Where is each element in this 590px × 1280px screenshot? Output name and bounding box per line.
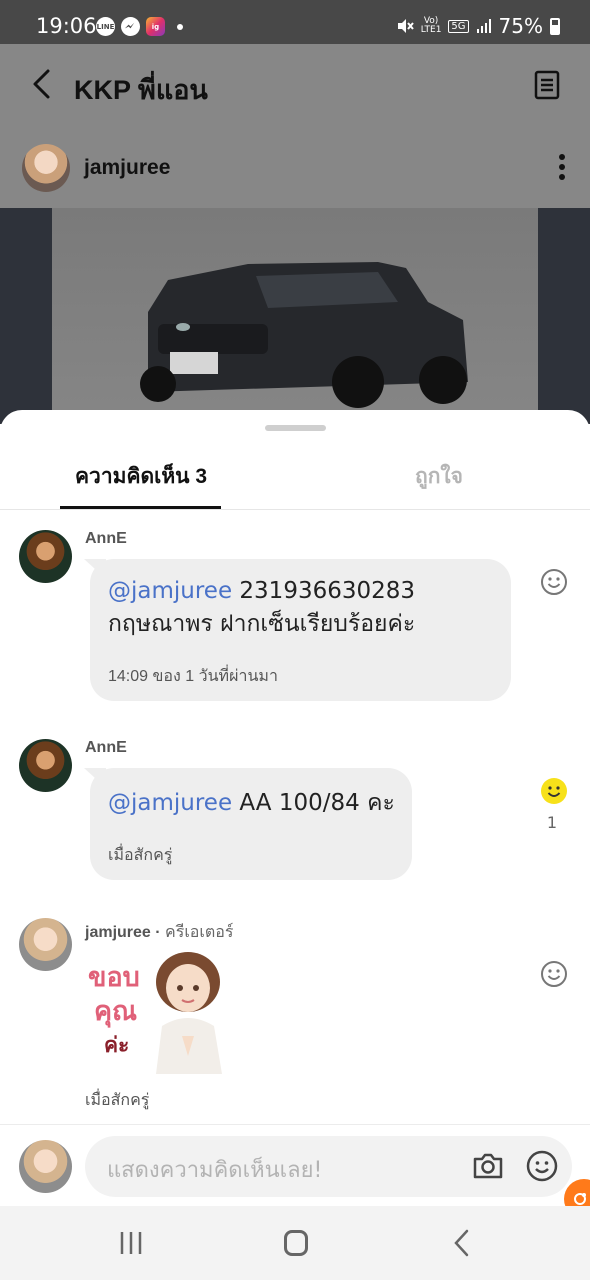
comment-author[interactable]: jamjuree · ครีเอเตอร์ <box>85 920 233 945</box>
tab-likes[interactable]: ถูกใจ <box>415 460 463 493</box>
avatar <box>19 1140 72 1193</box>
comment-text-line1: @jamjuree AA 100/84 คะ <box>108 790 395 816</box>
smiley-react-icon[interactable] <box>540 568 568 596</box>
reaction-count: 1 <box>546 813 557 832</box>
pickup-truck-image <box>140 262 468 408</box>
comment-input[interactable]: แสดงความคิดเห็นเลย! <box>85 1136 572 1197</box>
post-photo[interactable] <box>0 208 590 424</box>
post-author-name[interactable]: jamjuree <box>84 156 170 180</box>
document-icon[interactable] <box>534 70 560 100</box>
svg-text:ค่ะ: ค่ะ <box>104 1033 129 1057</box>
comment-item: jamjuree · ครีเอเตอร์ ขอบ คุณ ค่ะ เมื่อส… <box>0 916 590 1116</box>
photo-edge-right <box>538 208 590 424</box>
comment-text-line1: @jamjuree 231936630283 <box>108 578 416 604</box>
sheet-drag-handle[interactable] <box>265 425 326 431</box>
battery-icon <box>550 17 560 35</box>
comment-bubble[interactable]: @jamjuree 231936630283 กฤษณาพร ฝากเซ็นเร… <box>90 559 511 701</box>
mute-icon <box>397 19 414 33</box>
comment-item: AnnE @jamjuree AA 100/84 คะ เมื่อสักครู่… <box>0 737 590 897</box>
smiley-reacted-icon[interactable] <box>540 777 568 805</box>
thank-you-sticker[interactable]: ขอบ คุณ ค่ะ <box>86 948 232 1074</box>
avatar[interactable] <box>19 530 72 583</box>
svg-text:ขอบ: ขอบ <box>88 962 140 993</box>
back-arrow-icon[interactable] <box>28 68 58 100</box>
notification-icons: LINE ig <box>96 17 183 36</box>
comments-sheet: ความคิดเห็น 3 ถูกใจ AnnE @jamjuree 23193… <box>0 410 590 1205</box>
comment-time: 14:09 ของ 1 วันที่ผ่านมา <box>108 668 278 685</box>
instagram-icon: ig <box>146 17 165 36</box>
system-icons: Vo) LTE1 5G 75% <box>396 14 560 38</box>
messenger-icon <box>121 17 140 36</box>
recent-apps-icon[interactable] <box>118 1230 144 1256</box>
photo-edge-left <box>0 208 52 424</box>
comment-item: AnnE @jamjuree 231936630283 กฤษณาพร ฝากเ… <box>0 528 590 718</box>
smiley-react-icon[interactable] <box>540 960 568 988</box>
more-notifications-dot <box>177 23 183 30</box>
avatar[interactable] <box>19 918 72 971</box>
system-navigation-bar <box>0 1206 590 1280</box>
status-time: 19:06 <box>36 14 97 38</box>
nav-back-icon[interactable] <box>452 1228 472 1258</box>
svg-text:คุณ: คุณ <box>94 996 137 1028</box>
signal-icon <box>476 19 491 33</box>
post-author-row[interactable]: jamjuree <box>0 136 590 196</box>
comment-time: เมื่อสักครู่ <box>85 1092 150 1109</box>
status-bar: 19:06 LINE ig Vo) LTE1 5G 75% <box>0 0 590 44</box>
comment-bubble[interactable]: @jamjuree AA 100/84 คะ เมื่อสักครู่ <box>90 768 412 880</box>
post-header: KKP พี่แอน <box>0 44 590 124</box>
comment-input-bar: แสดงความคิดเห็นเลย! <box>0 1124 590 1206</box>
post-page-background: KKP พี่แอน jamjuree <box>0 44 590 424</box>
avatar[interactable] <box>19 739 72 792</box>
line-app-icon: LINE <box>96 17 115 36</box>
avatar[interactable] <box>22 144 70 192</box>
page-title: KKP พี่แอน <box>74 75 208 105</box>
emoji-icon[interactable] <box>526 1150 558 1182</box>
comment-author[interactable]: AnnE <box>85 739 127 757</box>
home-icon[interactable] <box>284 1230 308 1256</box>
tab-divider <box>0 509 590 510</box>
mention-link[interactable]: @jamjuree <box>108 790 232 816</box>
creator-badge: ครีเอเตอร์ <box>165 924 234 941</box>
comment-author[interactable]: AnnE <box>85 530 127 548</box>
comment-input-placeholder[interactable]: แสดงความคิดเห็นเลย! <box>107 1152 322 1187</box>
comment-time: เมื่อสักครู่ <box>108 847 173 864</box>
volte-indicator: Vo) LTE1 <box>420 16 442 35</box>
comment-text-line2: กฤษณาพร ฝากเซ็นเรียบร้อยค่ะ <box>108 611 416 637</box>
tab-comments[interactable]: ความคิดเห็น 3 <box>75 460 207 493</box>
more-vertical-icon[interactable] <box>558 154 566 180</box>
camera-icon[interactable] <box>472 1151 504 1181</box>
link-icon <box>574 1193 586 1205</box>
battery-percent: 75% <box>498 14 543 38</box>
mention-link[interactable]: @jamjuree <box>108 578 232 604</box>
5g-indicator: 5G <box>448 19 469 33</box>
